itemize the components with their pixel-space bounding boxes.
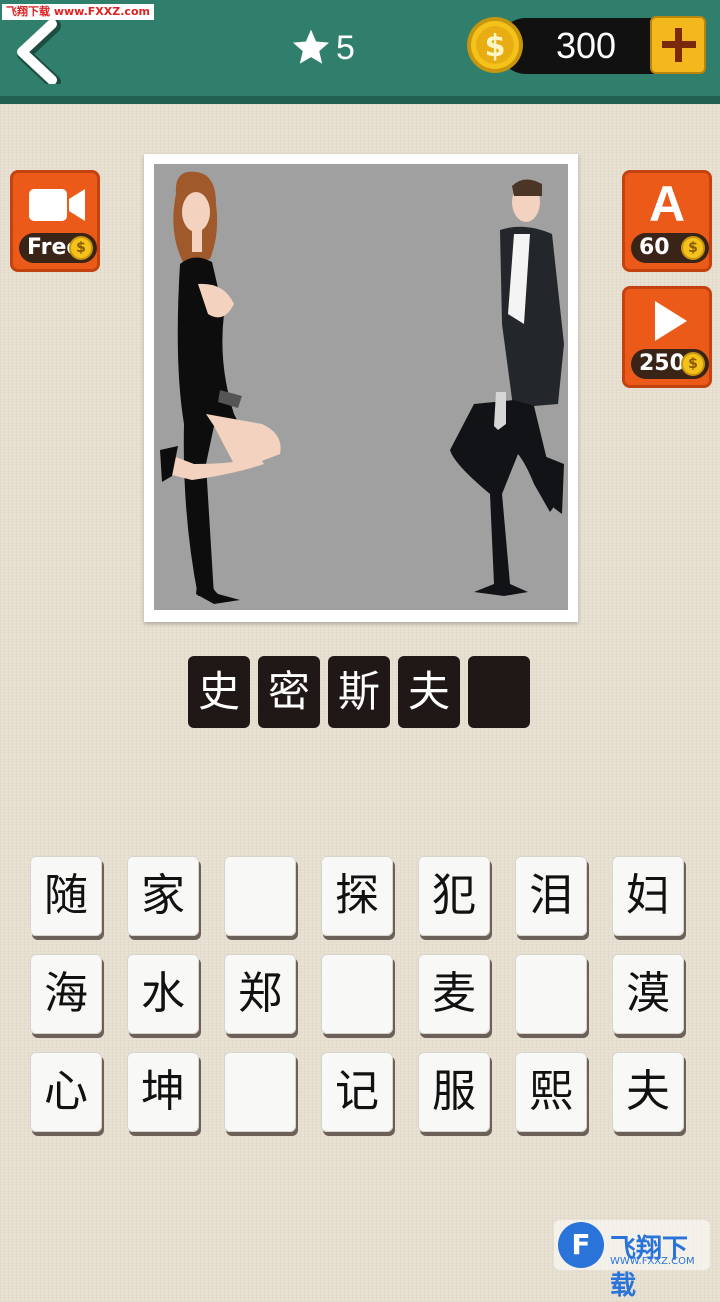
- chevron-left-icon: [17, 19, 61, 89]
- free-label-pill: Free $: [19, 233, 97, 263]
- coin-count: 300: [555, 25, 617, 66]
- video-camera-icon: [29, 189, 85, 221]
- star-icon: [292, 29, 330, 64]
- skip-level-button[interactable]: 250 $: [622, 286, 712, 388]
- woman-figure: [160, 171, 281, 604]
- character-key[interactable]: 探: [321, 856, 393, 936]
- play-icon: [655, 301, 687, 341]
- level-indicator: 5: [290, 24, 355, 72]
- watermark-url: WWW.FXXZ.COM: [610, 1256, 695, 1267]
- answer-slot[interactable]: 史: [188, 656, 250, 728]
- level-number: 5: [336, 28, 355, 67]
- reveal-letter-button[interactable]: A 60 $: [622, 170, 712, 272]
- letter-a-icon: A: [648, 176, 686, 232]
- character-key[interactable]: 海: [30, 954, 102, 1034]
- character-key[interactable]: 夫: [612, 1052, 684, 1132]
- coin-icon: $: [467, 17, 523, 73]
- character-key[interactable]: 水: [127, 954, 199, 1034]
- character-key[interactable]: 泪: [515, 856, 587, 936]
- add-coins-button[interactable]: [650, 16, 706, 74]
- character-key-empty[interactable]: [321, 954, 393, 1034]
- coin-icon: $: [69, 236, 93, 260]
- watermark-bottom: F 飞翔下载 WWW.FXXZ.COM: [554, 1220, 710, 1301]
- character-key[interactable]: 服: [418, 1052, 490, 1132]
- character-key[interactable]: 家: [127, 856, 199, 936]
- answer-slot[interactable]: 斯: [328, 656, 390, 728]
- character-key[interactable]: 妇: [612, 856, 684, 936]
- reveal-cost: 60: [639, 235, 670, 260]
- character-key[interactable]: 坤: [127, 1052, 199, 1132]
- character-key[interactable]: 熙: [515, 1052, 587, 1132]
- character-key[interactable]: 犯: [418, 856, 490, 936]
- coin-icon: $: [681, 236, 705, 260]
- character-key[interactable]: 随: [30, 856, 102, 936]
- character-key-empty[interactable]: [224, 856, 296, 936]
- puzzle-frame: [144, 154, 578, 622]
- answer-slot-empty[interactable]: [468, 656, 530, 728]
- answer-slots: 史 密 斯 夫: [188, 656, 530, 728]
- skip-cost-pill: 250 $: [631, 349, 709, 379]
- character-key-empty[interactable]: [515, 954, 587, 1034]
- character-key[interactable]: 记: [321, 1052, 393, 1132]
- svg-text:$: $: [485, 29, 506, 64]
- skip-cost: 250: [639, 351, 685, 376]
- back-button[interactable]: [8, 19, 64, 89]
- logo-icon: F: [558, 1222, 604, 1268]
- coin-icon: $: [681, 352, 705, 376]
- watermark-top: 飞翔下载 www.FXXZ.com: [2, 4, 154, 20]
- character-key[interactable]: 心: [30, 1052, 102, 1132]
- reveal-cost-pill: 60 $: [631, 233, 709, 263]
- puzzle-image: [154, 164, 568, 610]
- character-key[interactable]: 漠: [612, 954, 684, 1034]
- character-key[interactable]: 麦: [418, 954, 490, 1034]
- man-figure: [450, 179, 564, 596]
- character-key-empty[interactable]: [224, 1052, 296, 1132]
- character-key[interactable]: 郑: [224, 954, 296, 1034]
- free-video-button[interactable]: Free $: [10, 170, 100, 272]
- couple-illustration: [160, 171, 564, 604]
- answer-slot[interactable]: 密: [258, 656, 320, 728]
- answer-slot[interactable]: 夫: [398, 656, 460, 728]
